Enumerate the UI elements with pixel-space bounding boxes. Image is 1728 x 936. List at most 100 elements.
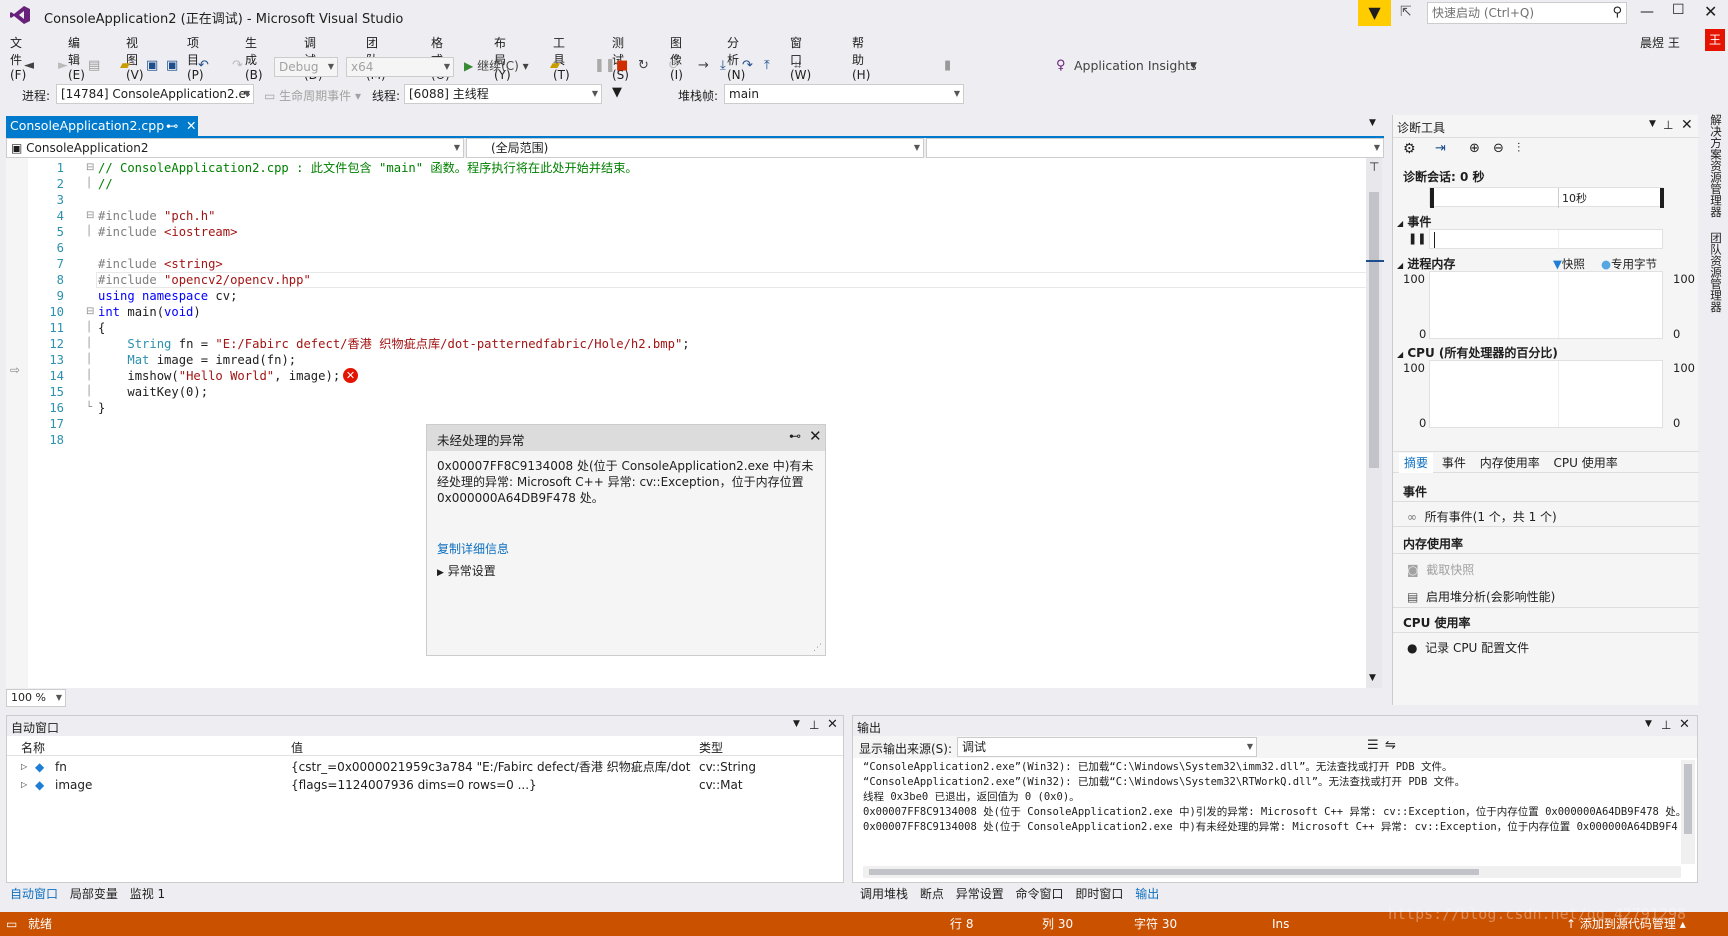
editor-tab[interactable]: ConsoleApplication2.cpp ⊷ ✕	[6, 116, 198, 136]
source-control-button[interactable]: ↑ 添加到源代码管理 ▴	[1566, 912, 1686, 936]
zoom-out-icon[interactable]: ⊖	[1493, 141, 1504, 156]
record-cpu-profile-button[interactable]: ● 记录 CPU 配置文件	[1407, 639, 1529, 656]
split-editor-icon[interactable]: ⊤	[1369, 160, 1379, 174]
output-hscrollbar[interactable]	[863, 866, 1681, 878]
copy-details-link[interactable]: 复制详细信息	[437, 540, 509, 557]
col-type[interactable]: 类型	[699, 739, 723, 756]
collapse-icon[interactable]: ⊟	[86, 160, 96, 176]
table-row[interactable]: ▷ ◆ image {flags=1124007936 dims=0 rows=…	[7, 776, 843, 794]
collapse-icon[interactable]: ⊟	[86, 304, 96, 320]
diag-dropdown-icon[interactable]: ▼	[1649, 119, 1656, 129]
reset-zoom-icon[interactable]: ⫶	[1517, 141, 1520, 156]
clear-all-icon[interactable]: ☰	[1367, 738, 1379, 753]
forward-icon[interactable]: ►	[58, 55, 68, 77]
nav-project-select[interactable]: ▣ ConsoleApplication2 ▼	[6, 138, 464, 158]
step-into-icon[interactable]: ⤓	[720, 55, 726, 77]
output-close-icon[interactable]: ✕	[1679, 717, 1690, 732]
events-section-header[interactable]: ◢ 事件	[1397, 213, 1431, 230]
tab-exception-settings[interactable]: 异常设置	[952, 887, 1008, 901]
side-tab-team-explorer[interactable]: 团队资源管理器	[1706, 232, 1724, 313]
variable-value[interactable]: {flags=1124007936 dims=0 rows=0 ...}	[291, 776, 537, 794]
autos-dropdown-icon[interactable]: ▼	[793, 719, 800, 729]
output-vscroll-thumb[interactable]	[1684, 764, 1692, 834]
app-insights-button[interactable]: Application Insights	[1074, 55, 1197, 77]
settings-gear-icon[interactable]: ⚙	[1403, 141, 1416, 157]
diag-pin-icon[interactable]: ⊥	[1663, 118, 1673, 132]
variable-value[interactable]: {cstr_=0x0000021959c3a784 "E:/Fabirc def…	[291, 758, 691, 776]
timeline-end-handle[interactable]	[1660, 188, 1664, 208]
pin-icon[interactable]: ⊷	[166, 116, 179, 136]
save-all-icon[interactable]: ▣	[166, 55, 178, 77]
process-attach-icon[interactable]: ▰	[550, 55, 560, 77]
export-icon[interactable]: ⇥	[1435, 141, 1446, 156]
redo-icon[interactable]: ↷	[232, 55, 243, 77]
all-events-item[interactable]: ∞ 所有事件(1 个，共 1 个)	[1407, 508, 1697, 525]
tab-breakpoints[interactable]: 断点	[916, 887, 948, 901]
feedback-icon[interactable]: ⇱	[1400, 4, 1412, 20]
stop-icon[interactable]: ■	[616, 55, 628, 77]
config-select[interactable]: Debug ▼	[274, 57, 338, 77]
close-tab-icon[interactable]: ✕	[186, 116, 196, 136]
menu-build[interactable]: 生成(B)	[245, 34, 263, 82]
app-insights-dropdown-icon[interactable]: ▼	[1190, 55, 1197, 77]
memory-section-header[interactable]: ◢ 进程内存	[1397, 255, 1455, 272]
exception-error-icon[interactable]: ✕	[343, 368, 358, 383]
output-text[interactable]: “ConsoleApplication2.exe”(Win32): 已加载“C:…	[863, 760, 1683, 835]
tab-events[interactable]: 事件	[1437, 453, 1471, 473]
minimize-button[interactable]: —	[1640, 4, 1654, 20]
lifecycle-events-button[interactable]: ▭ 生命周期事件 ▾	[264, 87, 361, 104]
cpu-section-header[interactable]: ◢ CPU (所有处理器的百分比)	[1397, 344, 1558, 361]
scroll-thumb[interactable]	[1369, 192, 1379, 468]
zoom-in-icon[interactable]: ⊕	[1469, 141, 1480, 156]
autos-close-icon[interactable]: ✕	[827, 717, 838, 732]
autos-pin-icon[interactable]: ⊥	[809, 718, 819, 732]
account-badge[interactable]: 王	[1705, 29, 1725, 51]
step-out-icon[interactable]: ⤒	[764, 55, 770, 77]
word-wrap-icon[interactable]: ⇋	[1385, 738, 1396, 753]
col-name[interactable]: 名称	[21, 739, 45, 756]
zoom-select[interactable]: 100 % ▼	[6, 689, 66, 707]
new-project-icon[interactable]: ▤	[88, 55, 100, 77]
close-window-button[interactable]: ✕	[1704, 2, 1717, 21]
output-hscroll-thumb[interactable]	[869, 869, 1479, 875]
resize-grip-icon[interactable]: ⋰	[813, 643, 822, 653]
continue-button[interactable]: ▶ 继续(C) ▾	[464, 55, 529, 77]
side-tab-solution-explorer[interactable]: 解决方案资源管理器	[1706, 114, 1724, 218]
platform-select[interactable]: x64 ▼	[346, 57, 454, 77]
thread-select[interactable]: [6088] 主线程 ▼	[404, 84, 602, 104]
maximize-button[interactable]: ☐	[1672, 2, 1685, 18]
tab-memory-usage[interactable]: 内存使用率	[1475, 453, 1545, 473]
tab-call-stack[interactable]: 调用堆栈	[856, 887, 912, 901]
show-next-statement-icon[interactable]: →	[698, 55, 709, 77]
col-value[interactable]: 值	[291, 739, 303, 756]
table-row[interactable]: ▷ ◆ fn {cstr_=0x0000021959c3a784 "E:/Fab…	[7, 758, 843, 776]
tab-watch-1[interactable]: 监视 1	[126, 887, 169, 901]
save-icon[interactable]: ▣	[146, 55, 158, 77]
timeline-ruler[interactable]: 10秒	[1429, 187, 1664, 208]
output-source-select[interactable]: 调试 ▼	[957, 737, 1257, 757]
expand-triangle-icon[interactable]: ▷	[21, 758, 27, 776]
notification-filter-icon[interactable]: ▼	[1358, 0, 1391, 26]
tab-output[interactable]: 输出	[1131, 887, 1163, 901]
quick-launch-input[interactable]: 快速启动 (Ctrl+Q) ⚲	[1427, 2, 1627, 24]
popup-pin-icon[interactable]: ⊷	[789, 429, 801, 443]
bookmark-icon[interactable]: ▮	[944, 55, 951, 77]
popup-close-icon[interactable]: ✕	[809, 427, 822, 445]
exception-settings-expander[interactable]: ▶ 异常设置	[437, 562, 496, 579]
menu-edit[interactable]: 编辑(E)	[68, 34, 85, 82]
tab-immediate-window[interactable]: 即时窗口	[1071, 887, 1127, 901]
timeline-start-handle[interactable]	[1430, 188, 1434, 208]
nav-member-select[interactable]: ▼	[926, 138, 1384, 158]
scroll-down-icon[interactable]: ▼	[1369, 673, 1376, 683]
filter-icon[interactable]: ▼	[612, 85, 622, 100]
user-name[interactable]: 晨煜 王	[1640, 34, 1680, 51]
nav-scope-select[interactable]: (全局范围) ▼	[466, 138, 924, 158]
tab-summary[interactable]: 摘要	[1399, 453, 1434, 473]
editor-vscrollbar[interactable]: ⊤ ▼	[1366, 158, 1382, 688]
stack-frame-select[interactable]: main ▼	[724, 84, 964, 104]
tab-autos[interactable]: 自动窗口	[6, 887, 62, 901]
output-dropdown-icon[interactable]: ▼	[1645, 719, 1652, 729]
take-snapshot-button[interactable]: ◙ 截取快照	[1407, 561, 1474, 578]
expand-triangle-icon[interactable]: ▷	[21, 776, 27, 794]
enable-heap-profiling-button[interactable]: ▤ 启用堆分析(会影响性能)	[1407, 588, 1555, 605]
